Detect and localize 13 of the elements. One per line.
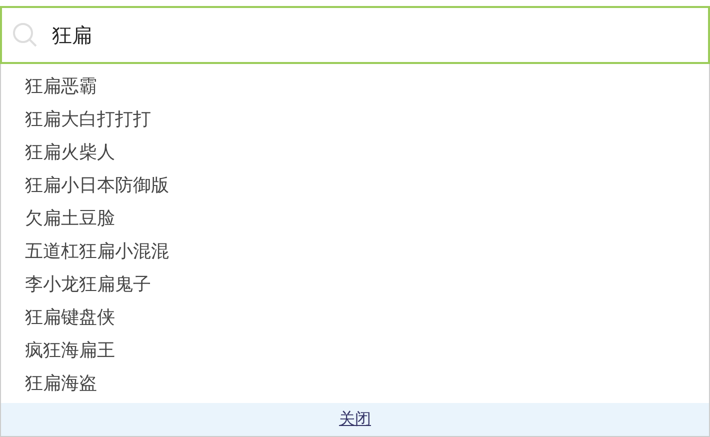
suggestion-item[interactable]: 狂扁小日本防御版 (25, 169, 709, 202)
suggestion-item[interactable]: 狂扁火柴人 (25, 136, 709, 169)
close-link[interactable]: 关闭 (339, 409, 371, 430)
suggestion-item[interactable]: 狂扁大白打打打 (25, 103, 709, 136)
suggestion-item[interactable]: 狂扁海盗 (25, 367, 709, 400)
suggestion-item[interactable]: 狂扁键盘侠 (25, 301, 709, 334)
suggestion-item[interactable]: 李小龙狂扁鬼子 (25, 268, 709, 301)
search-field[interactable]: 狂扁 (0, 6, 710, 64)
search-icon (12, 22, 38, 48)
suggestion-item[interactable]: 疯狂海扁王 (25, 334, 709, 367)
suggestion-item[interactable]: 五道杠狂扁小混混 (25, 235, 709, 268)
suggestion-item[interactable]: 狂扁恶霸 (25, 70, 709, 103)
suggestion-item[interactable]: 欠扁土豆脸 (25, 202, 709, 235)
